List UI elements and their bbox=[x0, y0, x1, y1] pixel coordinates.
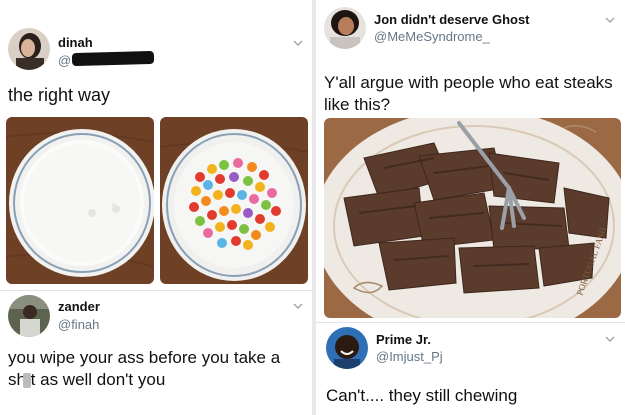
display-name[interactable]: dinah bbox=[58, 35, 93, 50]
tweet-jon[interactable]: Jon didn't deserve Ghost @MeMeSyndrome_ … bbox=[316, 0, 625, 322]
censor-blur bbox=[23, 373, 31, 388]
chevron-down-icon[interactable] bbox=[293, 301, 303, 311]
tweet-text: the right way bbox=[8, 85, 111, 105]
right-screenshot-panel: Jon didn't deserve Ghost @MeMeSyndrome_ … bbox=[316, 0, 625, 415]
redacted-handle-bar bbox=[71, 50, 155, 67]
tweet-text-line-2: sh t as well don't you bbox=[8, 370, 166, 389]
handle[interactable]: @finah bbox=[58, 317, 99, 332]
avatar-prime-jr[interactable] bbox=[326, 327, 368, 369]
tweet-text-line-1: you wipe your ass before you take a bbox=[8, 348, 281, 367]
avatar-dinah[interactable] bbox=[8, 28, 50, 70]
tweet-text-line-2: like this? bbox=[324, 95, 391, 114]
tweet-zander[interactable]: zander @finah you wipe your ass before y… bbox=[0, 291, 312, 415]
chevron-down-icon[interactable] bbox=[605, 15, 615, 25]
tweet-prime-jr[interactable]: Prime Jr. @Imjust_Pj Can't.... they stil… bbox=[316, 323, 625, 415]
handle[interactable]: @Imjust_Pj bbox=[376, 349, 443, 364]
handle[interactable]: @ bbox=[58, 53, 71, 68]
plate-of-steak-image[interactable]: PORTUGAL FASH bbox=[324, 118, 621, 318]
display-name[interactable]: Prime Jr. bbox=[376, 332, 431, 347]
display-name[interactable]: Jon didn't deserve Ghost bbox=[374, 12, 530, 27]
tweet-dinah[interactable]: dinah @ the right way bbox=[0, 0, 312, 290]
avatar-jon[interactable] bbox=[324, 7, 366, 49]
bowl-of-milk-image[interactable] bbox=[6, 117, 154, 284]
bowl-of-cereal-image[interactable] bbox=[160, 117, 308, 284]
tweet-text-line-1: Y'all argue with people who eat steaks bbox=[324, 73, 613, 92]
display-name[interactable]: zander bbox=[58, 299, 100, 314]
avatar-zander[interactable] bbox=[8, 295, 50, 337]
chevron-down-icon[interactable] bbox=[605, 334, 615, 344]
handle[interactable]: @MeMeSyndrome_ bbox=[374, 29, 490, 44]
left-screenshot-panel: dinah @ the right way zander @finah you … bbox=[0, 0, 312, 415]
chevron-down-icon[interactable] bbox=[293, 38, 303, 48]
tweet-text: Can't.... they still chewing bbox=[326, 386, 518, 405]
